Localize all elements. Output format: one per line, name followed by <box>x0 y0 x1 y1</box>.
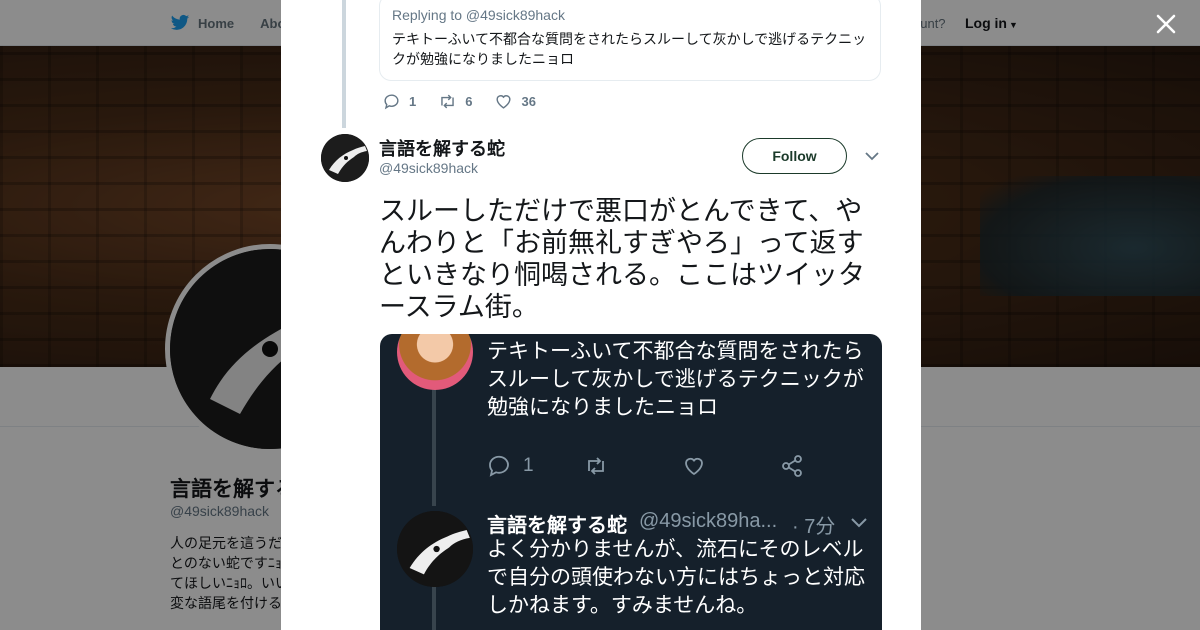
media-tweet2-text: よく分かりませんが、流石にそのレベルで自分の頭使わない方にはちょっと対応しかねま… <box>487 538 865 617</box>
share-icon <box>781 455 802 477</box>
replying-to[interactable]: Replying to @49sick89hack <box>392 7 868 23</box>
retweet-count: 6 <box>465 94 473 109</box>
tweet-modal: Replying to @49sick89hack テキトーふいて不都合な質問を… <box>281 0 921 630</box>
tweet-media-image[interactable]: テキトーふいて不都合な質問をされたらスルーして灰かしで逃げるテクニックが勉強にな… <box>380 334 882 630</box>
snake-logo-icon <box>321 134 369 182</box>
media-avatar-2 <box>397 511 473 587</box>
quoted-tweet[interactable]: Replying to @49sick89hack テキトーふいて不都合な質問を… <box>379 0 881 81</box>
like-icon <box>496 95 512 109</box>
retweet-action[interactable]: 6 <box>438 92 472 111</box>
chevron-down-icon <box>851 518 867 528</box>
like-action[interactable]: 36 <box>494 92 536 111</box>
like-icon <box>684 457 703 476</box>
close-icon[interactable] <box>1154 12 1178 36</box>
thread-line <box>342 0 346 128</box>
author-handle[interactable]: @49sick89hack <box>379 160 478 176</box>
quoted-tweet-text: テキトーふいて不都合な質問をされたらスルーして灰かしで逃げるテクニックが勉強にな… <box>392 31 867 67</box>
retweet-icon <box>441 94 454 109</box>
tweet-text: スルーしただけで悪口がとんできて、やんわりと「お前無礼すぎやろ」って返すといきな… <box>379 196 865 322</box>
media-tweet2-name: 言語を解する蛇 <box>487 515 627 537</box>
media-avatar-1 <box>397 334 473 390</box>
reply-count: 1 <box>409 94 417 109</box>
media-thread-line <box>432 386 436 506</box>
snake-logo-icon <box>397 511 473 587</box>
like-count: 36 <box>521 94 536 109</box>
follow-button[interactable]: Follow <box>742 138 847 174</box>
media-tweet1-actions: 1 <box>487 454 804 478</box>
reply-action[interactable]: 1 <box>382 92 416 111</box>
media-reply: 1 <box>487 454 534 478</box>
tweet-actions: 1 6 36 <box>382 92 558 111</box>
author-avatar[interactable] <box>321 134 369 182</box>
media-reply-count: 1 <box>523 455 534 476</box>
media-tweet2-handle: @49sick89ha... <box>639 510 778 532</box>
retweet-icon <box>587 457 604 475</box>
media-tweet2-time: · 7分 <box>792 516 836 538</box>
chevron-down-icon[interactable] <box>865 151 879 161</box>
media-tweet1-text: テキトーふいて不都合な質問をされたらスルーして灰かしで逃げるテクニックが勉強にな… <box>487 340 864 419</box>
reply-icon <box>384 94 399 110</box>
author-name[interactable]: 言語を解する蛇 <box>379 135 505 161</box>
reply-icon <box>489 455 509 477</box>
media-thread-line <box>432 584 436 630</box>
